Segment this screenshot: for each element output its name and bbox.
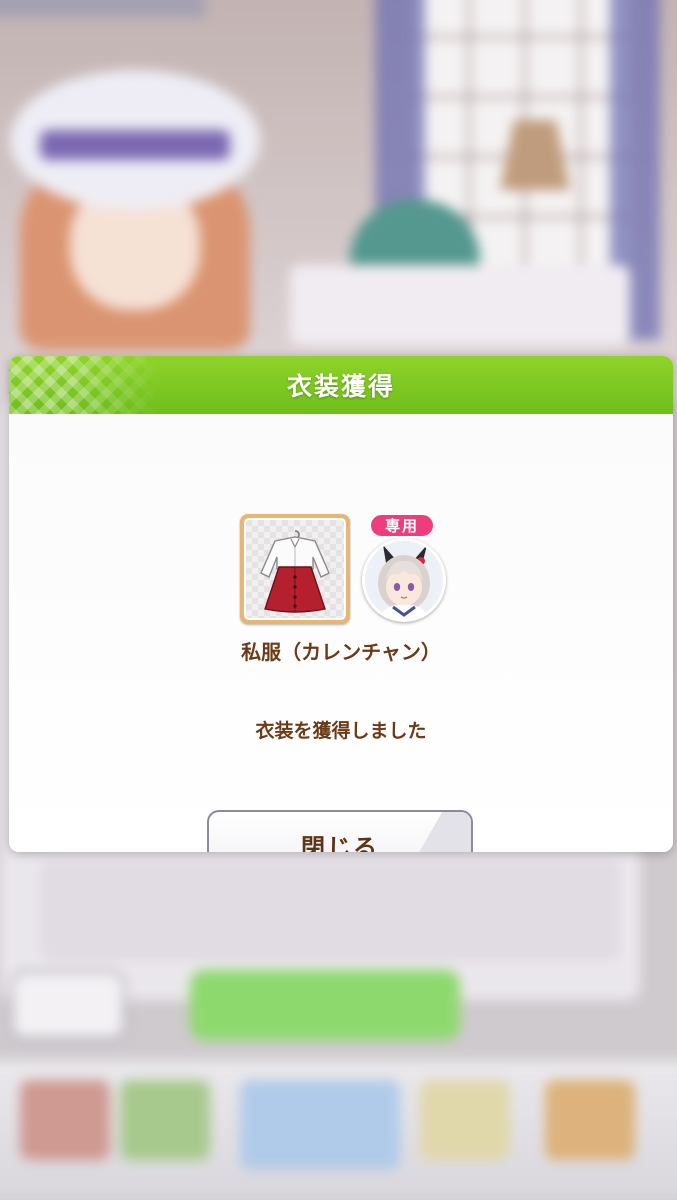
- close-button-label: 閉じる: [301, 833, 379, 853]
- item-name: 私服（カレンチャン）: [241, 640, 441, 664]
- acquired-message: 衣装を獲得しました: [255, 720, 427, 742]
- header-pattern: [9, 356, 159, 414]
- dialog-header: 衣装獲得: [9, 356, 673, 414]
- close-button[interactable]: 閉じる: [207, 810, 473, 852]
- dialog-title: 衣装獲得: [286, 372, 395, 401]
- costume-acquired-dialog: 衣装獲得 専用 私服（カレンチャン） 衣装を獲得しました 閉じる: [9, 356, 673, 852]
- outfit-item-frame[interactable]: [240, 514, 350, 624]
- exclusive-badge: 専用: [369, 513, 435, 538]
- character-portrait-icon[interactable]: [362, 538, 446, 622]
- outfit-icon: [260, 530, 330, 613]
- dialog-body: 専用 私服（カレンチャン） 衣装を獲得しました 閉じる: [9, 414, 673, 852]
